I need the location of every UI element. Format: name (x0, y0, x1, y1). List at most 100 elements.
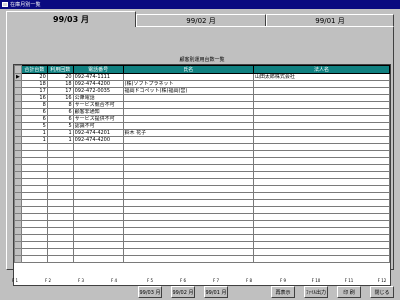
col-header-name[interactable]: 氏名 (122, 65, 254, 74)
empty-cell (122, 220, 254, 228)
empty-cell (14, 192, 22, 200)
function-key-bar: F 1 F 2 F 3 F 4 F 5 99/03 月 F 6 99/02 月 F 7 99/01… (0, 278, 400, 300)
empty-row (14, 213, 390, 221)
empty-row (14, 234, 390, 242)
cell-corp (252, 122, 390, 130)
empty-cell (122, 234, 254, 242)
empty-cell (20, 164, 48, 172)
empty-cell (20, 206, 48, 214)
empty-row (14, 157, 390, 165)
empty-row (14, 199, 390, 207)
function-key-label: F 2 (44, 278, 52, 283)
empty-cell (252, 248, 390, 256)
empty-cell (14, 185, 22, 193)
empty-cell (14, 248, 22, 256)
function-key-button[interactable]: 再表示 (271, 286, 295, 298)
table-row[interactable]: 1 1 092-474-4201 鈴木 花子 (14, 129, 390, 137)
empty-cell (46, 234, 74, 242)
table-row[interactable]: 17 17 092-472-0035 福岡ドコペット(株)福岡(営) (14, 87, 390, 95)
empty-cell (122, 241, 254, 249)
customer-grid[interactable]: 合計台数 利用回数 電話番号 氏名 法人名 ▶ 20 20 092-474-1111 山… (13, 64, 391, 286)
cell-total: 8 (20, 101, 48, 109)
empty-cell (14, 241, 22, 249)
empty-cell (20, 234, 48, 242)
table-row[interactable]: ▶ 20 20 092-474-1111 山田太郎株式会社 (14, 73, 390, 81)
function-key-4: F 4 (102, 278, 126, 300)
function-key-button[interactable]: 印 刷 (337, 286, 361, 298)
function-key-button[interactable]: ﾌｧｲﾙ出力 (304, 286, 328, 298)
cell-corp (252, 87, 390, 95)
cell-uses: 18 (46, 80, 74, 88)
table-row[interactable]: 16 16 公衆電話 (14, 94, 390, 102)
empty-cell (14, 255, 22, 263)
table-row[interactable]: 6 6 サービス提供不可 (14, 115, 390, 123)
empty-cell (252, 234, 390, 242)
empty-row (14, 178, 390, 186)
cell-phone: 092-472-0035 (72, 87, 124, 95)
empty-cell (252, 171, 390, 179)
tab-month-0[interactable]: 99/03 月 (6, 11, 136, 27)
empty-cell (122, 199, 254, 207)
row-indicator (14, 136, 22, 144)
tab-month-2[interactable]: 99/01 月 (266, 14, 394, 26)
empty-cell (46, 199, 74, 207)
empty-cell (72, 199, 124, 207)
empty-cell (20, 178, 48, 186)
empty-cell (20, 192, 48, 200)
app-icon (2, 2, 8, 7)
cell-phone: サービス競合不可 (72, 101, 124, 109)
col-header-corp[interactable]: 法人名 (252, 65, 390, 74)
title-bar: 在庫月別一覧 (0, 0, 400, 9)
empty-cell (122, 248, 254, 256)
function-key-label: F 3 (77, 278, 85, 283)
cell-uses: 6 (46, 108, 74, 116)
empty-cell (252, 255, 390, 263)
table-row[interactable]: 5 5 認識不可 (14, 122, 390, 130)
cell-total: 6 (20, 115, 48, 123)
cell-total: 17 (20, 87, 48, 95)
col-header-total[interactable]: 合計台数 (20, 65, 48, 74)
empty-cell (20, 171, 48, 179)
empty-cell (46, 164, 74, 172)
empty-cell (46, 157, 74, 165)
tab-panel: 顧客別運用台数一覧 合計台数 利用回数 電話番号 氏名 法人名 ▶ 20 20 092… (6, 26, 394, 286)
cell-phone: サービス提供不可 (72, 115, 124, 123)
tab-month-1[interactable]: 99/02 月 (136, 14, 266, 26)
cell-name (122, 108, 254, 116)
empty-cell (122, 178, 254, 186)
empty-cell (20, 143, 48, 151)
function-key-label: F 4 (110, 278, 118, 283)
empty-cell (252, 220, 390, 228)
empty-row (14, 206, 390, 214)
cell-phone: 認識不可 (72, 122, 124, 130)
cell-uses: 17 (46, 87, 74, 95)
col-header-phone[interactable]: 電話番号 (72, 65, 124, 74)
table-row[interactable]: 1 1 092-474-4200 (14, 136, 390, 144)
empty-cell (122, 150, 254, 158)
empty-cell (14, 143, 22, 151)
empty-cell (20, 255, 48, 263)
empty-cell (252, 150, 390, 158)
cell-uses: 20 (46, 73, 74, 81)
cell-corp: 山田太郎株式会社 (252, 73, 390, 81)
empty-cell (252, 206, 390, 214)
cell-corp (252, 80, 390, 88)
empty-cell (20, 199, 48, 207)
empty-row (14, 150, 390, 158)
empty-row (14, 171, 390, 179)
col-header-uses[interactable]: 利用回数 (46, 65, 74, 74)
row-indicator (14, 80, 22, 88)
table-row[interactable]: 8 8 サービス競合不可 (14, 101, 390, 109)
cell-uses: 16 (46, 94, 74, 102)
cell-total: 16 (20, 94, 48, 102)
empty-cell (14, 234, 22, 242)
cell-uses: 5 (46, 122, 74, 130)
function-key-button[interactable]: 閉じる (370, 286, 394, 298)
cell-total: 20 (20, 73, 48, 81)
table-row[interactable]: 6 6 顧客非通知 (14, 108, 390, 116)
function-key-button[interactable]: 99/01 月 (204, 286, 228, 298)
function-key-button[interactable]: 99/03 月 (138, 286, 162, 298)
table-row[interactable]: 18 18 092-474-4200 (株)ソフトプラネット (14, 80, 390, 88)
cell-total: 5 (20, 122, 48, 130)
function-key-button[interactable]: 99/02 月 (171, 286, 195, 298)
